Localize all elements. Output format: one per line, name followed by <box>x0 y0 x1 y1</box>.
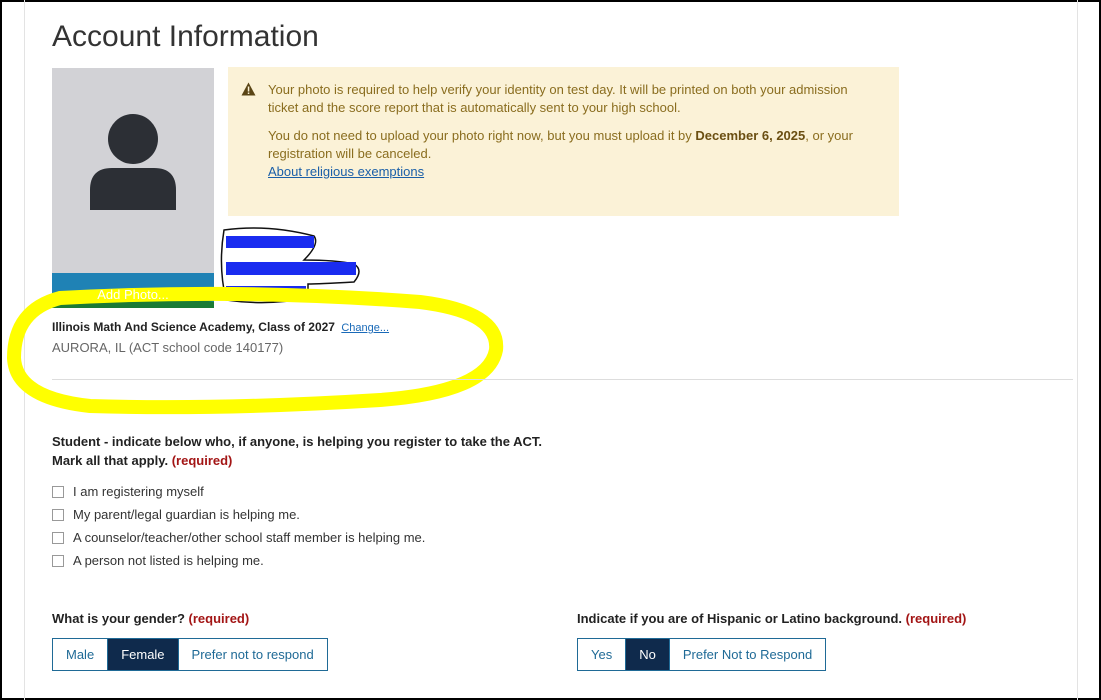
school-name: Illinois Math And Science Academy, Class… <box>52 320 390 334</box>
section-divider <box>52 379 1073 380</box>
required-marker: (required) <box>905 611 967 626</box>
required-marker: (required) <box>171 453 233 468</box>
gender-question: What is your gender? (required) <box>52 611 250 626</box>
option-person-not-listed[interactable]: A person not listed is helping me. <box>52 549 425 572</box>
checkbox[interactable] <box>52 485 64 498</box>
required-marker: (required) <box>188 611 250 626</box>
helper-options: I am registering myself My parent/legal … <box>52 480 425 572</box>
gender-male-button[interactable]: Male <box>53 639 109 670</box>
add-photo-label: Add Photo... <box>97 286 169 302</box>
checkbox[interactable] <box>52 508 64 521</box>
helper-question: Student - indicate below who, if anyone,… <box>52 434 542 468</box>
gender-segmented-control: Male Female Prefer not to respond <box>52 638 328 671</box>
checkbox[interactable] <box>52 531 64 544</box>
option-parent-guardian[interactable]: My parent/legal guardian is helping me. <box>52 503 425 526</box>
change-school-link[interactable]: Change... <box>341 322 389 334</box>
hispanic-prefer-not-button[interactable]: Prefer Not to Respond <box>669 639 826 670</box>
option-registering-myself[interactable]: I am registering myself <box>52 480 425 503</box>
checkbox[interactable] <box>52 554 64 567</box>
gender-female-button[interactable]: Female <box>108 639 179 670</box>
deadline-date: December 6, 2025 <box>695 128 806 143</box>
notice-line-2: You do not need to upload your photo rig… <box>268 128 853 179</box>
person-silhouette-icon <box>90 114 176 210</box>
photo-requirement-notice: Your photo is required to help verify yo… <box>228 67 899 216</box>
gender-prefer-not-button[interactable]: Prefer not to respond <box>178 639 327 670</box>
add-photo-button[interactable]: Add Photo... <box>52 273 214 308</box>
hispanic-question: Indicate if you are of Hispanic or Latin… <box>577 611 967 626</box>
school-location: AURORA, IL (ACT school code 140177) <box>52 340 284 355</box>
hispanic-segmented-control: Yes No Prefer Not to Respond <box>577 638 827 671</box>
notice-line-1: Your photo is required to help verify yo… <box>268 82 848 115</box>
hispanic-no-button[interactable]: No <box>626 639 670 670</box>
option-school-staff[interactable]: A counselor/teacher/other school staff m… <box>52 526 425 549</box>
photo-placeholder <box>52 68 214 274</box>
redaction-scribble <box>220 227 360 304</box>
warning-triangle-icon <box>241 82 256 96</box>
religious-exemptions-link[interactable]: About religious exemptions <box>268 164 424 179</box>
page-title: Account Information <box>52 20 319 53</box>
hispanic-yes-button[interactable]: Yes <box>578 639 627 670</box>
